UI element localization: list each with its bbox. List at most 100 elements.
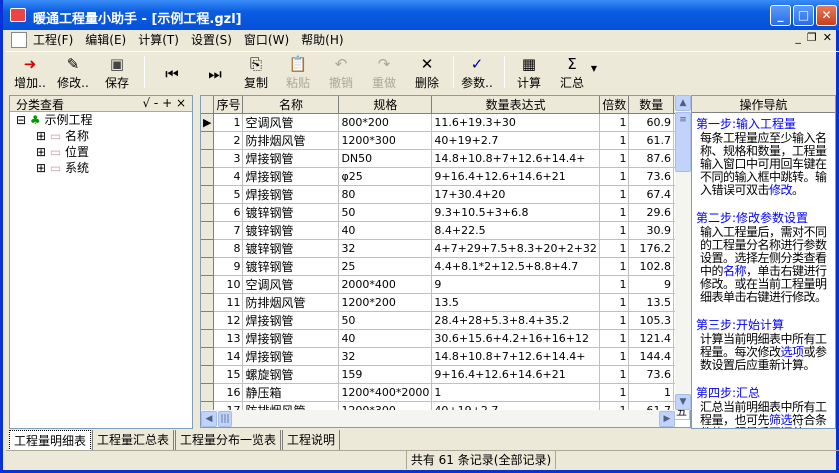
cell-multiplier[interactable]: 1 [599,131,630,150]
delete-button[interactable]: ✕ 删除 [406,54,448,91]
maximize-button[interactable]: □ [793,5,814,26]
cell-index[interactable]: 8 [213,239,244,258]
mdi-restore-button[interactable]: ❐ [807,31,817,44]
cell-spec[interactable]: 2000*400 [338,275,433,294]
cell-spec[interactable]: 40 [338,329,433,348]
scroll-down-icon[interactable]: ▼ [675,394,691,410]
row-selector[interactable] [201,311,215,330]
tree-item-system[interactable]: ⊞ ▭ 系统 [10,160,192,176]
row-selector[interactable] [201,257,215,276]
table-row[interactable]: 12焊接钢管5028.4+28+5.3+8.4+35.21105.3四 [201,311,690,330]
cell-quantity[interactable]: 30.9 [628,221,674,240]
row-selector[interactable] [201,167,215,186]
cell-multiplier[interactable]: 1 [599,167,630,186]
cell-expression[interactable]: 8.4+22.5 [431,221,600,240]
row-selector[interactable] [201,239,215,258]
table-row[interactable]: 5焊接钢管8017+30.4+20167.4三 [201,185,690,204]
cell-name[interactable]: 镀锌钢管 [242,239,340,258]
cell-spec[interactable]: 80 [338,185,433,204]
cell-multiplier[interactable]: 1 [599,113,630,132]
params-button[interactable]: ✓ 参数.. [456,54,498,91]
tab-summary[interactable]: 工程量汇总表 [92,430,175,451]
table-row[interactable]: 3焊接钢管DN5014.8+10.8+7+12.6+14.4+187.6三 [201,149,690,168]
cell-multiplier[interactable]: 1 [599,203,630,222]
cell-name[interactable]: 镀锌钢管 [242,203,340,222]
cell-index[interactable]: 3 [213,149,244,168]
cell-quantity[interactable]: 13.5 [628,293,674,312]
first-record-button[interactable]: ⏮ [151,64,193,84]
row-selector[interactable] [201,185,215,204]
cell-spec[interactable]: 40 [338,221,433,240]
table-row[interactable]: 8镀锌钢管324+7+29+7.5+8.3+20+2+321176.2三 [201,239,690,258]
row-selector[interactable] [201,131,215,150]
cell-quantity[interactable]: 60.9 [628,113,674,132]
summary-dropdown-icon[interactable]: ▼ [586,64,602,73]
step-title[interactable]: 第四步:汇总 [696,384,831,401]
col-multiplier[interactable]: 倍数 [599,96,630,114]
mdi-minimize-button[interactable]: _ [795,31,801,44]
table-row[interactable]: 4焊接钢管φ259+16.4+12.6+14.6+21173.6三 [201,167,690,186]
cell-multiplier[interactable]: 1 [599,185,630,204]
row-selector[interactable]: ▶ [201,113,215,132]
row-selector[interactable] [201,275,215,294]
cell-quantity[interactable]: 9 [628,275,674,294]
paste-button[interactable]: 📋 粘贴 [277,54,319,91]
table-row[interactable]: 9镀锌钢管254.4+8.1*2+12.5+8.8+4.71102.8三 [201,257,690,276]
cell-index[interactable]: 12 [213,311,244,330]
cell-spec[interactable]: 1200*200 [338,293,433,312]
cell-spec[interactable]: 1200*400*2000 [338,383,433,402]
cell-index[interactable]: 16 [213,383,244,402]
cell-index[interactable]: 11 [213,293,244,312]
cell-name[interactable]: 空调风管 [242,113,340,132]
col-name[interactable]: 名称 [242,96,340,114]
step-link[interactable]: 筛选 [769,413,793,427]
cell-index[interactable]: 13 [213,329,244,348]
cell-expression[interactable]: 40+19+2.7 [431,131,600,150]
step-title[interactable]: 第三步:开始计算 [696,316,831,333]
cell-quantity[interactable]: 1 [628,383,674,402]
cell-spec[interactable]: DN50 [338,149,433,168]
cell-expression[interactable]: 9+16.4+12.6+14.6+21 [431,365,600,384]
table-row[interactable]: 14焊接钢管3214.8+10.8+7+12.6+14.4+1144.4四 [201,347,690,366]
cell-index[interactable]: 7 [213,221,244,240]
vertical-scrollbar[interactable]: ▲ ≡ ▼ [675,95,691,410]
cell-name[interactable]: 焊接钢管 [242,329,340,348]
tab-distribution[interactable]: 工程量分布一览表 [175,430,282,451]
copy-button[interactable]: ⎘ 复制 [235,54,277,91]
cell-multiplier[interactable]: 1 [599,347,630,366]
menu-settings[interactable]: 设置(S) [191,31,232,48]
row-selector[interactable] [201,221,215,240]
cell-name[interactable]: 防排烟风管 [242,293,340,312]
cell-multiplier[interactable]: 1 [599,383,630,402]
cell-expression[interactable]: 17+30.4+20 [431,185,600,204]
col-index[interactable]: 序号 [213,96,244,114]
table-row[interactable]: 6镀锌钢管509.3+10.5+3+6.8129.6三 [201,203,690,222]
cell-expression[interactable]: 4+7+29+7.5+8.3+20+2+32 [431,239,600,258]
table-row[interactable]: 15螺旋钢管1599+16.4+12.6+14.6+21173.6四 [201,365,690,384]
tab-detail[interactable]: 工程量明细表 [9,430,92,451]
cell-name[interactable]: 螺旋钢管 [242,365,340,384]
step-title[interactable]: 第一步:输入工程量 [696,115,831,132]
cell-name[interactable]: 防排烟风管 [242,131,340,150]
cell-spec[interactable]: 50 [338,203,433,222]
cell-expression[interactable]: 13.5 [431,293,600,312]
undo-button[interactable]: ↶ 撤销 [320,54,362,91]
col-spec[interactable]: 规格 [338,96,433,114]
cell-quantity[interactable]: 29.6 [628,203,674,222]
cell-name[interactable]: 镀锌钢管 [242,257,340,276]
cell-name[interactable]: 静压箱 [242,383,340,402]
table-row[interactable]: 11防排烟风管1200*20013.5113.5四 [201,293,690,312]
cell-index[interactable]: 6 [213,203,244,222]
cell-index[interactable]: 1 [213,113,244,132]
cell-index[interactable]: 15 [213,365,244,384]
horizontal-scrollbar[interactable]: ◀ ||| ▶ [201,410,675,427]
cell-quantity[interactable]: 144.4 [628,347,674,366]
cell-index[interactable]: 5 [213,185,244,204]
row-selector[interactable] [201,203,215,222]
cell-expression[interactable]: 9 [431,275,600,294]
cell-expression[interactable]: 9.3+10.5+3+6.8 [431,203,600,222]
cell-spec[interactable]: 32 [338,347,433,366]
cell-expression[interactable]: 9+16.4+12.6+14.6+21 [431,167,600,186]
cell-expression[interactable]: 11.6+19.3+30 [431,113,600,132]
cell-expression[interactable]: 1 [431,383,600,402]
